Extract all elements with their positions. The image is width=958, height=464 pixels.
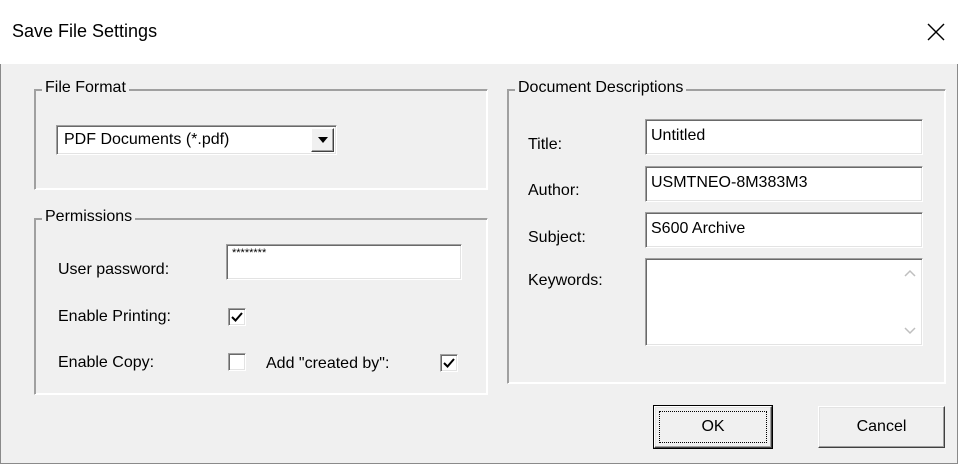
subject-value: S600 Archive: [651, 220, 746, 237]
keywords-textarea[interactable]: [645, 258, 923, 346]
title-field[interactable]: Untitled: [645, 119, 923, 155]
scroll-down-icon[interactable]: [904, 327, 916, 335]
cancel-button-label: Cancel: [856, 418, 907, 435]
author-field[interactable]: USMTNEO-8M383M3: [645, 166, 923, 202]
ok-button[interactable]: OK: [653, 405, 773, 449]
keywords-label: Keywords:: [528, 272, 603, 289]
chevron-down-icon: [318, 137, 328, 143]
enable-printing-label: Enable Printing:: [58, 308, 171, 325]
dropdown-button[interactable]: [311, 128, 334, 152]
close-icon[interactable]: [924, 20, 948, 44]
title-value: Untitled: [651, 127, 706, 144]
keywords-scrollbar[interactable]: [900, 261, 920, 343]
user-password-value: ********: [232, 247, 267, 259]
author-label: Author:: [528, 182, 580, 199]
file-format-legend: File Format: [42, 79, 129, 97]
title-label: Title:: [528, 136, 563, 153]
enable-printing-checkbox[interactable]: [228, 308, 246, 326]
dialog-title: Save File Settings: [12, 21, 158, 41]
subject-field[interactable]: S600 Archive: [645, 212, 923, 248]
enable-copy-label: Enable Copy:: [58, 354, 155, 371]
file-format-dropdown-box[interactable]: PDF Documents (*.pdf): [56, 125, 337, 155]
enable-copy-checkbox[interactable]: [228, 353, 246, 371]
file-format-dropdown[interactable]: PDF Documents (*.pdf): [56, 125, 337, 155]
created-by-label: Add "created by":: [266, 355, 390, 372]
subject-label: Subject:: [528, 229, 586, 246]
checkmark-icon: [231, 312, 243, 322]
scroll-up-icon[interactable]: [904, 269, 916, 277]
user-password-label: User password:: [58, 261, 170, 278]
cancel-button[interactable]: Cancel: [818, 406, 945, 448]
user-password-field[interactable]: ********: [226, 244, 462, 280]
document-descriptions-legend: Document Descriptions: [515, 79, 687, 97]
title-bar: Save File Settings: [0, 0, 958, 64]
created-by-checkbox[interactable]: [440, 354, 458, 372]
ok-button-label: OK: [701, 418, 725, 435]
author-value: USMTNEO-8M383M3: [651, 174, 808, 191]
checkmark-icon: [443, 358, 455, 368]
window-border-left: [0, 0, 1, 464]
permissions-legend: Permissions: [42, 208, 136, 226]
file-format-selected: PDF Documents (*.pdf): [64, 131, 230, 148]
